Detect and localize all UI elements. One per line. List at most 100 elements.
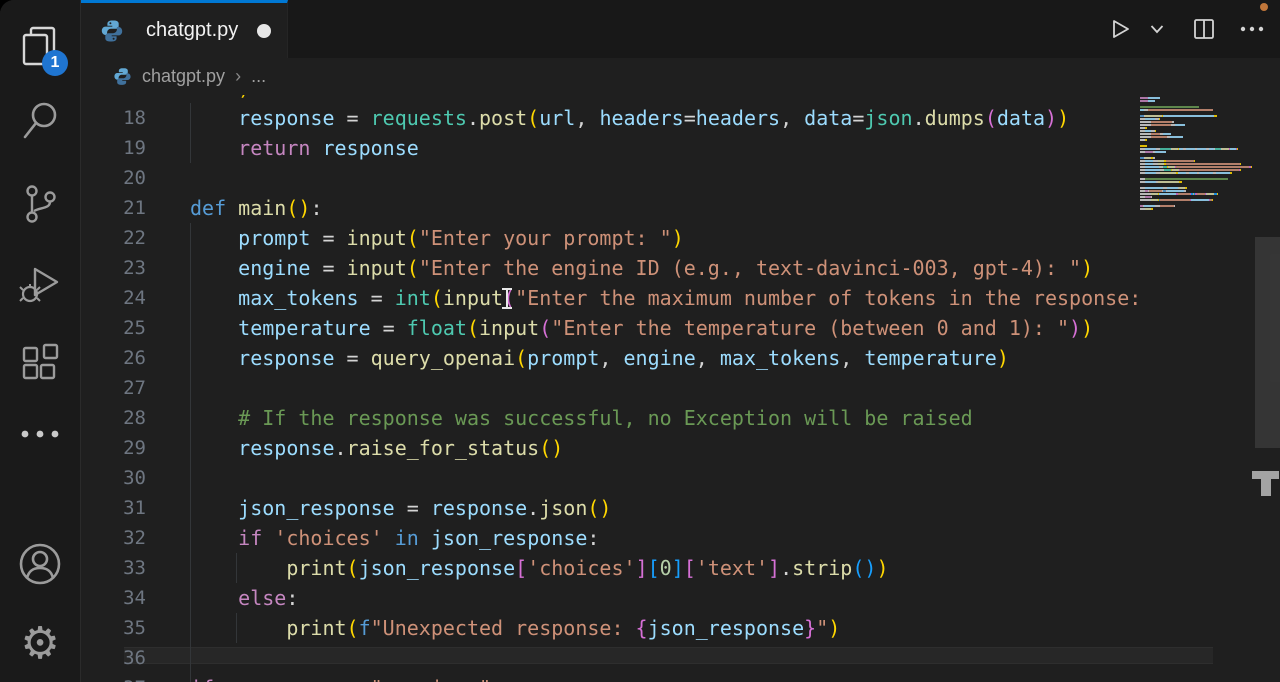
line-number: 18 xyxy=(80,103,190,133)
code-line[interactable]: 34 else: xyxy=(80,583,1140,613)
mouse-cursor-ibeam xyxy=(501,288,513,309)
run-debug-icon xyxy=(17,261,63,307)
breadcrumb-symbol-more[interactable]: ... xyxy=(251,66,266,87)
breadcrumb-file[interactable]: chatgpt.py xyxy=(142,66,225,87)
line-content: else: xyxy=(190,583,298,613)
line-content: response = requests.post(url, headers=he… xyxy=(190,103,1069,133)
line-content: temperature = float(input("Enter the tem… xyxy=(190,313,1093,343)
code-line[interactable]: 33 print(json_response['choices'][0]['te… xyxy=(80,553,1140,583)
git-branch-icon xyxy=(19,183,61,225)
line-content: if 'choices' in json_response: xyxy=(190,523,599,553)
line-content: print(f"Unexpected response: {json_respo… xyxy=(190,613,840,643)
code-line[interactable]: 32 if 'choices' in json_response: xyxy=(80,523,1140,553)
sidebar-item-explorer[interactable]: 1 xyxy=(0,14,80,78)
code-line[interactable]: 19 return response xyxy=(80,133,1140,163)
minimap[interactable] xyxy=(1140,97,1252,682)
code-line[interactable]: 22 prompt = input("Enter your prompt: ") xyxy=(80,223,1140,253)
gear-icon: ⚙ xyxy=(20,622,59,666)
line-number: 30 xyxy=(80,463,190,493)
line-number: 24 xyxy=(80,283,190,313)
explorer-badge: 1 xyxy=(42,50,68,76)
code-line[interactable]: 29 response.raise_for_status() xyxy=(80,433,1140,463)
line-number: 34 xyxy=(80,583,190,613)
code-line[interactable]: 23 engine = input("Enter the engine ID (… xyxy=(80,253,1140,283)
sidebar-item-run-debug[interactable] xyxy=(0,252,80,316)
line-number: 31 xyxy=(80,493,190,523)
code-lines: 17 )18 response = requests.post(url, hea… xyxy=(80,95,1140,682)
line-number: 22 xyxy=(80,223,190,253)
activity-bar: 1 xyxy=(0,0,81,682)
recording-dot xyxy=(1260,3,1268,11)
line-content: max_tokens = int(input("Enter the maximu… xyxy=(190,283,1140,313)
line-number: 26 xyxy=(80,343,190,373)
line-number: 25 xyxy=(80,313,190,343)
line-content: return response xyxy=(190,133,419,163)
code-line[interactable]: 28 # If the response was successful, no … xyxy=(80,403,1140,433)
line-number: 20 xyxy=(80,163,190,193)
line-number: 33 xyxy=(80,553,190,583)
code-line[interactable]: 24 max_tokens = int(input("Enter the max… xyxy=(80,283,1140,313)
line-number: 23 xyxy=(80,253,190,283)
line-content: engine = input("Enter the engine ID (e.g… xyxy=(190,253,1093,283)
code-line[interactable]: 27 xyxy=(80,373,1140,403)
line-number: 21 xyxy=(80,193,190,223)
run-dropdown-button[interactable] xyxy=(1148,15,1166,43)
line-content: prompt = input("Enter your prompt: ") xyxy=(190,223,684,253)
line-content: ) xyxy=(190,95,250,103)
python-file-icon xyxy=(100,19,124,43)
tab-chatgpt-py[interactable]: chatgpt.py xyxy=(80,0,288,58)
code-line[interactable]: 20 xyxy=(80,163,1140,193)
extensions-icon xyxy=(18,342,62,386)
line-content: json_response = response.json() xyxy=(190,493,611,523)
sidebar-item-more[interactable] xyxy=(0,402,80,466)
account-button[interactable] xyxy=(0,532,80,596)
sidebar-item-extensions[interactable] xyxy=(0,332,80,396)
editor-actions xyxy=(1106,0,1266,58)
chevron-right-icon: › xyxy=(235,66,241,87)
sidebar-item-search[interactable] xyxy=(0,90,80,154)
tab-label: chatgpt.py xyxy=(146,19,249,42)
vscode-window: 1 xyxy=(0,0,1280,682)
line-number: 37 xyxy=(80,673,190,682)
search-icon xyxy=(18,100,62,144)
line-content: response.raise_for_status() xyxy=(190,433,563,463)
line-number: 32 xyxy=(80,523,190,553)
code-line[interactable]: 25 temperature = float(input("Enter the … xyxy=(80,313,1140,343)
line-content: def main(): xyxy=(190,193,322,223)
code-line[interactable]: 31 json_response = response.json() xyxy=(80,493,1140,523)
breadcrumb: chatgpt.py › ... xyxy=(80,58,1280,95)
line-number: 36 xyxy=(80,643,190,673)
line-number: 29 xyxy=(80,433,190,463)
account-icon xyxy=(16,540,64,588)
line-content: response = query_openai(prompt, engine, … xyxy=(190,343,1009,373)
settings-button[interactable]: ⚙ xyxy=(0,612,80,676)
python-file-icon-small xyxy=(113,67,132,86)
split-editor-button[interactable] xyxy=(1190,15,1218,43)
ellipsis-icon xyxy=(18,427,62,441)
minimap-cursor-marker xyxy=(1252,471,1279,497)
line-number: 19 xyxy=(80,133,190,163)
line-number: 17 xyxy=(80,95,190,103)
code-line[interactable]: 26 response = query_openai(prompt, engin… xyxy=(80,343,1140,373)
code-line[interactable]: 21def main(): xyxy=(80,193,1140,223)
scrollbar-slider[interactable] xyxy=(1255,237,1280,448)
unsaved-dot[interactable] xyxy=(257,24,271,38)
tab-bar: chatgpt.py xyxy=(80,0,1280,58)
code-line[interactable]: 37if __name__ == "__main__": xyxy=(80,673,1140,682)
line-number: 27 xyxy=(80,373,190,403)
scrollbar-track[interactable] xyxy=(1255,95,1280,682)
line-number: 28 xyxy=(80,403,190,433)
line-content: if __name__ == "__main__": xyxy=(190,673,503,682)
line-content: # If the response was successful, no Exc… xyxy=(190,403,973,433)
line-content: print(json_response['choices'][0]['text'… xyxy=(190,553,889,583)
code-editor[interactable]: 17 )18 response = requests.post(url, hea… xyxy=(80,95,1280,682)
more-actions-button[interactable] xyxy=(1238,15,1266,43)
sidebar-item-source-control[interactable] xyxy=(0,172,80,236)
line-number: 35 xyxy=(80,613,190,643)
code-line[interactable]: 36 xyxy=(80,643,1140,673)
code-line[interactable]: 30 xyxy=(80,463,1140,493)
code-line[interactable]: 18 response = requests.post(url, headers… xyxy=(80,103,1140,133)
code-line[interactable]: 35 print(f"Unexpected response: {json_re… xyxy=(80,613,1140,643)
run-button[interactable] xyxy=(1106,15,1134,43)
code-line[interactable]: 17 ) xyxy=(80,95,1140,103)
